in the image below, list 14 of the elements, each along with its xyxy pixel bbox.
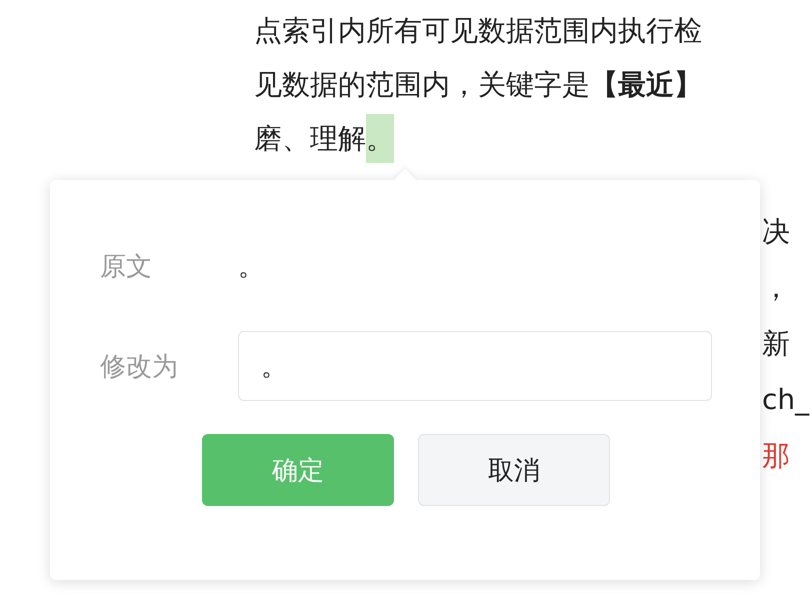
field-label: 原文 (100, 250, 153, 284)
article-text: 点索引内所有可见数据范围内执行检 (254, 14, 702, 47)
article-text: 见数据的范围内，关键字是【最近】 (254, 68, 702, 101)
field-label: 修改为 (100, 350, 179, 384)
input-field[interactable]: 。 (238, 331, 712, 401)
article-text: 那 (762, 438, 790, 474)
article-text: 决 (762, 214, 790, 250)
original-text: 。 (238, 250, 264, 284)
article-text: 新 (762, 326, 790, 362)
article-text: 磨、理解 (254, 122, 366, 155)
cancel-button[interactable]: 取消 (418, 434, 610, 506)
article-text: ch_ (762, 382, 810, 418)
article-text: ， (762, 270, 790, 306)
highlighted-text: 。 (366, 114, 394, 163)
